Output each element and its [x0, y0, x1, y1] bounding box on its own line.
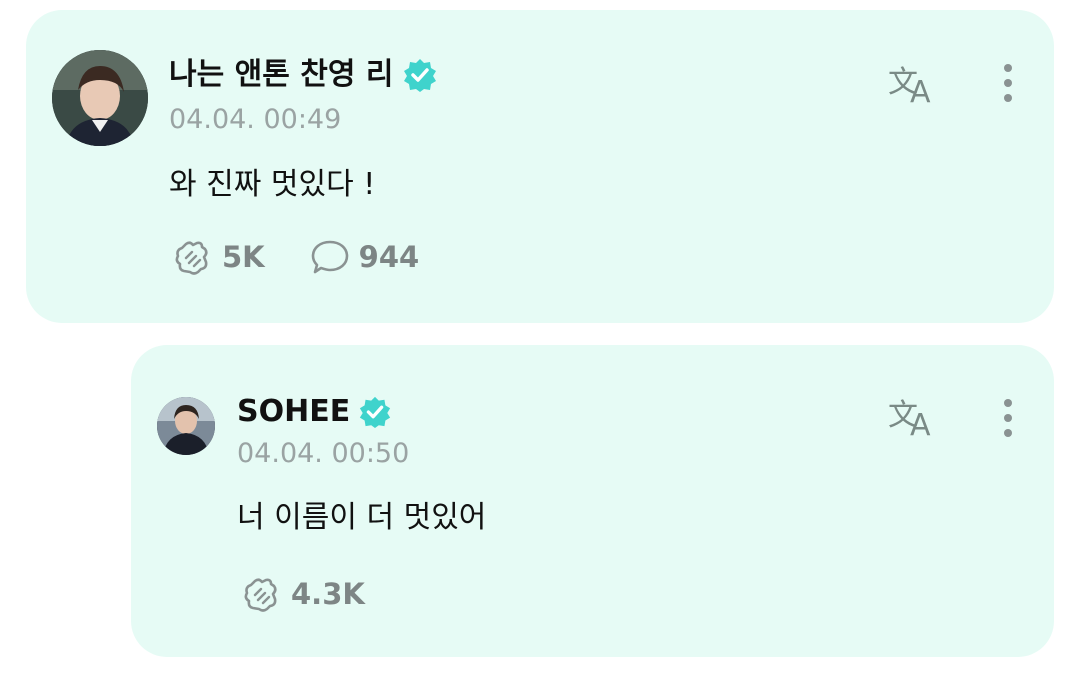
cheer-hand-icon: [175, 241, 208, 275]
reply-actions: 4.3K: [241, 575, 409, 613]
verified-badge-icon: [360, 396, 391, 429]
post-card: 나는 앤톤 찬영 리 04.04. 00:49 와 진짜 멋있다 ! 5K 94…: [26, 10, 1054, 323]
verified-badge-icon: [403, 59, 436, 92]
svg-text:A: A: [910, 75, 931, 106]
like-button[interactable]: 5K: [172, 238, 265, 276]
author-avatar[interactable]: [52, 50, 148, 146]
like-count: 5K: [222, 240, 265, 274]
translate-icon[interactable]: 文 A: [886, 393, 942, 439]
avatar-image: [52, 50, 148, 146]
avatar-image: [157, 397, 215, 455]
svg-text:A: A: [910, 408, 931, 439]
translate-icon[interactable]: 文 A: [886, 60, 942, 106]
reply-timestamp: 04.04. 00:50: [237, 438, 410, 469]
reply-author-avatar[interactable]: [157, 397, 215, 455]
reply-author-row: SOHEE: [237, 393, 392, 431]
reply-text: 너 이름이 더 멋있어: [237, 500, 487, 535]
comment-button[interactable]: 944: [309, 238, 420, 276]
cheer-hand-icon: [244, 578, 277, 612]
author-name[interactable]: 나는 앤톤 찬영 리: [169, 56, 394, 94]
comment-bubble-icon: [311, 240, 348, 274]
more-vertical-icon[interactable]: [998, 395, 1018, 441]
comment-count: 944: [358, 240, 420, 274]
reply-card: SOHEE 04.04. 00:50 너 이름이 더 멋있어 4.3K 文 A: [131, 345, 1054, 657]
post-timestamp: 04.04. 00:49: [169, 104, 342, 135]
more-vertical-icon[interactable]: [998, 60, 1018, 106]
reply-author-name[interactable]: SOHEE: [237, 393, 350, 431]
post-actions: 5K 944: [172, 238, 463, 276]
reply-like-button[interactable]: 4.3K: [241, 575, 365, 613]
reply-like-count: 4.3K: [291, 577, 365, 611]
author-row: 나는 앤톤 찬영 리: [169, 56, 438, 94]
post-text: 와 진짜 멋있다 !: [169, 167, 376, 202]
